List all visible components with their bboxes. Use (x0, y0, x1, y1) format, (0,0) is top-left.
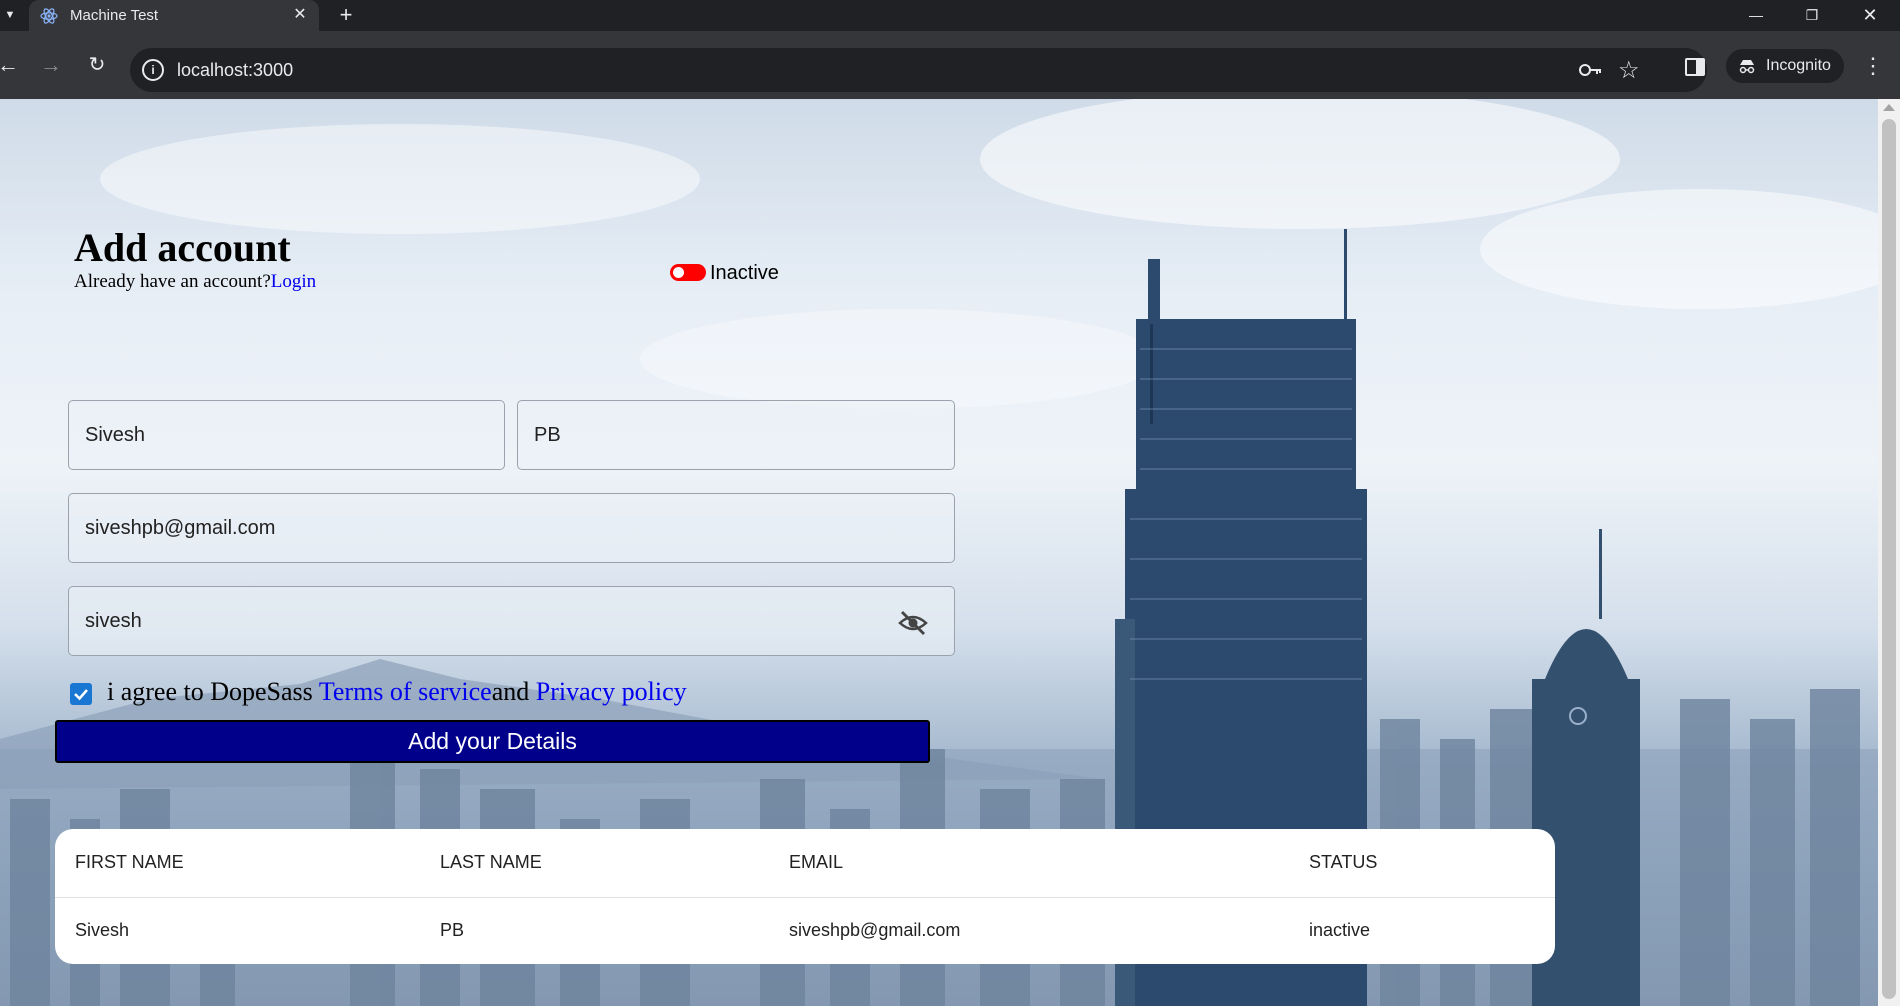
header-status: STATUS (1309, 852, 1378, 872)
first-name-field[interactable] (68, 400, 505, 470)
row-divider (55, 897, 1555, 898)
first-name-input[interactable] (85, 401, 450, 469)
login-prompt-text: Already have an account? (74, 271, 271, 292)
email-input[interactable] (85, 494, 900, 562)
header-first-name: FIRST NAME (75, 852, 184, 872)
header-email: EMAIL (789, 852, 844, 872)
checkmark-icon (74, 689, 88, 701)
cell-status: inactive (1309, 920, 1371, 940)
page-scrollbar[interactable] (1878, 99, 1900, 1006)
more-menu-icon[interactable]: ⋮ (1862, 53, 1884, 79)
add-details-button[interactable]: Add your Details (55, 720, 930, 763)
terms-link[interactable]: Terms of service (319, 677, 492, 706)
url-text[interactable]: localhost:3000 (177, 60, 293, 81)
cell-email: siveshpb@gmail.com (789, 920, 961, 940)
agree-checkbox[interactable] (70, 683, 92, 705)
password-input[interactable] (85, 587, 900, 655)
address-bar[interactable]: i localhost:3000 ☆ (130, 48, 1707, 92)
minimize-icon[interactable]: — (1728, 0, 1784, 31)
cell-last-name: PB (440, 920, 465, 940)
bookmark-star-icon[interactable]: ☆ (1618, 56, 1640, 85)
password-field[interactable] (68, 586, 955, 656)
tab-search-icon[interactable]: ▼ (0, 4, 20, 26)
back-icon[interactable]: ← (0, 49, 24, 81)
login-link[interactable]: Login (271, 271, 316, 292)
scroll-thumb[interactable] (1882, 119, 1896, 999)
react-icon (40, 8, 58, 24)
active-tab[interactable]: Machine Test ✕ (29, 0, 319, 31)
status-label: Inactive (710, 262, 779, 284)
agree-prefix: i agree to DopeSass (107, 677, 319, 706)
accounts-table: FIRST NAME LAST NAME EMAIL STATUS Sivesh… (55, 829, 1555, 964)
tab-strip: ▼ Machine Test ✕ + — ❐ ✕ (0, 0, 1900, 31)
page-title: Add account (74, 225, 291, 270)
reload-icon[interactable]: ↻ (81, 49, 113, 81)
agree-text: i agree to DopeSass Terms of serviceand … (107, 677, 687, 707)
header-last-name: LAST NAME (440, 852, 542, 872)
login-prompt: Already have an account?Login (74, 271, 316, 293)
password-key-icon[interactable] (1577, 58, 1603, 82)
incognito-button[interactable]: Incognito (1726, 49, 1844, 83)
tab-title: Machine Test (70, 7, 159, 24)
scroll-up-arrow-icon[interactable] (1883, 104, 1895, 111)
last-name-field[interactable] (517, 400, 955, 470)
email-field[interactable] (68, 493, 955, 563)
last-name-input[interactable] (534, 401, 900, 469)
incognito-icon (1739, 60, 1755, 74)
window-close-icon[interactable]: ✕ (1842, 0, 1898, 31)
cell-first-name: Sivesh (75, 920, 130, 940)
status-toggle[interactable] (670, 264, 706, 281)
restore-icon[interactable]: ❐ (1784, 0, 1840, 31)
browser-toolbar: ← → ↻ i localhost:3000 ☆ Incognito ⋮ (0, 31, 1900, 99)
agree-middle: and (491, 677, 536, 706)
tab-close-icon[interactable]: ✕ (288, 3, 312, 27)
new-tab-icon[interactable]: + (333, 2, 359, 28)
site-info-icon[interactable]: i (142, 59, 164, 81)
side-panel-icon[interactable] (1685, 58, 1705, 76)
privacy-link[interactable]: Privacy policy (536, 677, 687, 706)
eye-off-icon[interactable] (897, 609, 929, 637)
forward-icon[interactable]: → (35, 49, 67, 81)
incognito-label: Incognito (1766, 57, 1831, 74)
page-viewport: Add account Already have an account?Logi… (0, 99, 1900, 1006)
